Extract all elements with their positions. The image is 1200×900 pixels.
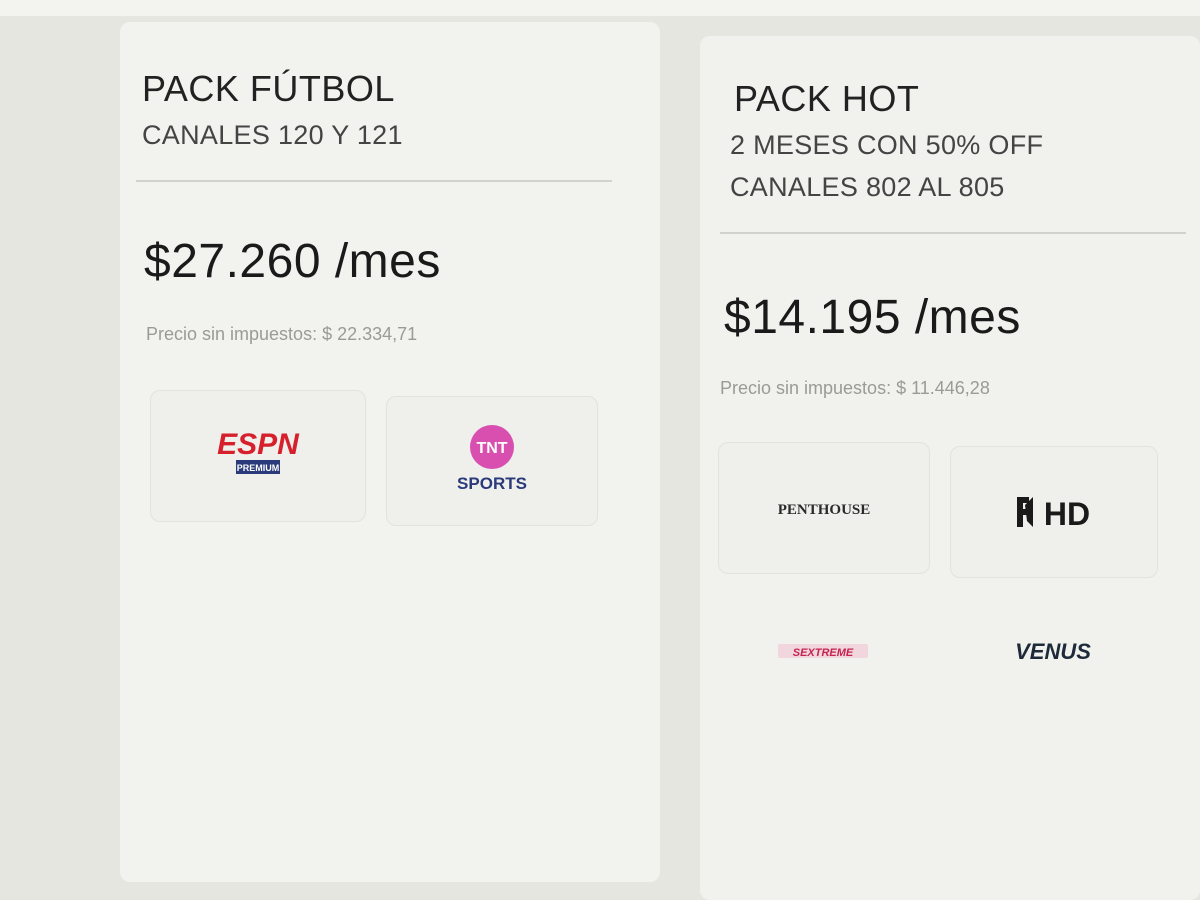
hd-channel-logo: HD <box>1017 496 1090 532</box>
espn-logo-text: ESPN <box>217 428 300 461</box>
channel-logo-venus: VENUS <box>950 596 1156 706</box>
pack-title: PACK HOT <box>734 78 920 119</box>
tnt-sports-logo: TNT SPORTS <box>457 425 527 493</box>
divider <box>720 232 1186 234</box>
pack-futbol-card[interactable]: PACK FÚTBOL CANALES 120 Y 121 $27.260 /m… <box>120 22 660 882</box>
channel-logo-penthouse: PENTHOUSE <box>718 442 930 574</box>
espn-premium-logo: ESPN PREMIUM <box>217 428 300 474</box>
sextreme-logo-text: SEXTREME <box>793 647 854 659</box>
divider <box>136 180 612 182</box>
channel-logo-hd: HD <box>950 446 1158 578</box>
pack-subtitle-line-2: CANALES 802 AL 805 <box>730 172 1005 202</box>
penthouse-logo: PENTHOUSE <box>778 502 871 518</box>
price-without-tax: Precio sin impuestos: $ 22.334,71 <box>146 324 418 344</box>
sextreme-logo: SEXTREME <box>778 644 868 659</box>
tnt-logo-text: TNT <box>476 440 507 457</box>
pack-price: $14.195 /mes <box>724 291 1021 344</box>
venus-logo: VENUS <box>1015 639 1091 664</box>
pack-title: PACK FÚTBOL <box>142 68 395 109</box>
channel-logo-espn-premium: ESPN PREMIUM <box>150 390 366 522</box>
venus-logo-text: VENUS <box>1015 639 1091 664</box>
pack-hot-card[interactable]: PACK HOT 2 MESES CON 50% OFF CANALES 802… <box>700 36 1200 900</box>
channel-logo-sextreme: SEXTREME <box>718 596 928 706</box>
price-without-tax: Precio sin impuestos: $ 11.446,28 <box>720 378 990 398</box>
channel-logo-tnt-sports: TNT SPORTS <box>386 396 598 526</box>
pack-price: $27.260 /mes <box>144 235 441 288</box>
top-bar <box>0 0 1200 16</box>
penthouse-logo-text: PENTHOUSE <box>778 502 871 518</box>
hd-logo-text: HD <box>1044 496 1090 532</box>
pack-subtitle: CANALES 120 Y 121 <box>142 120 403 150</box>
espn-logo-subtext: PREMIUM <box>237 463 280 473</box>
pack-subtitle-line-1: 2 MESES CON 50% OFF <box>730 130 1044 160</box>
tnt-logo-subtext: SPORTS <box>457 474 527 493</box>
